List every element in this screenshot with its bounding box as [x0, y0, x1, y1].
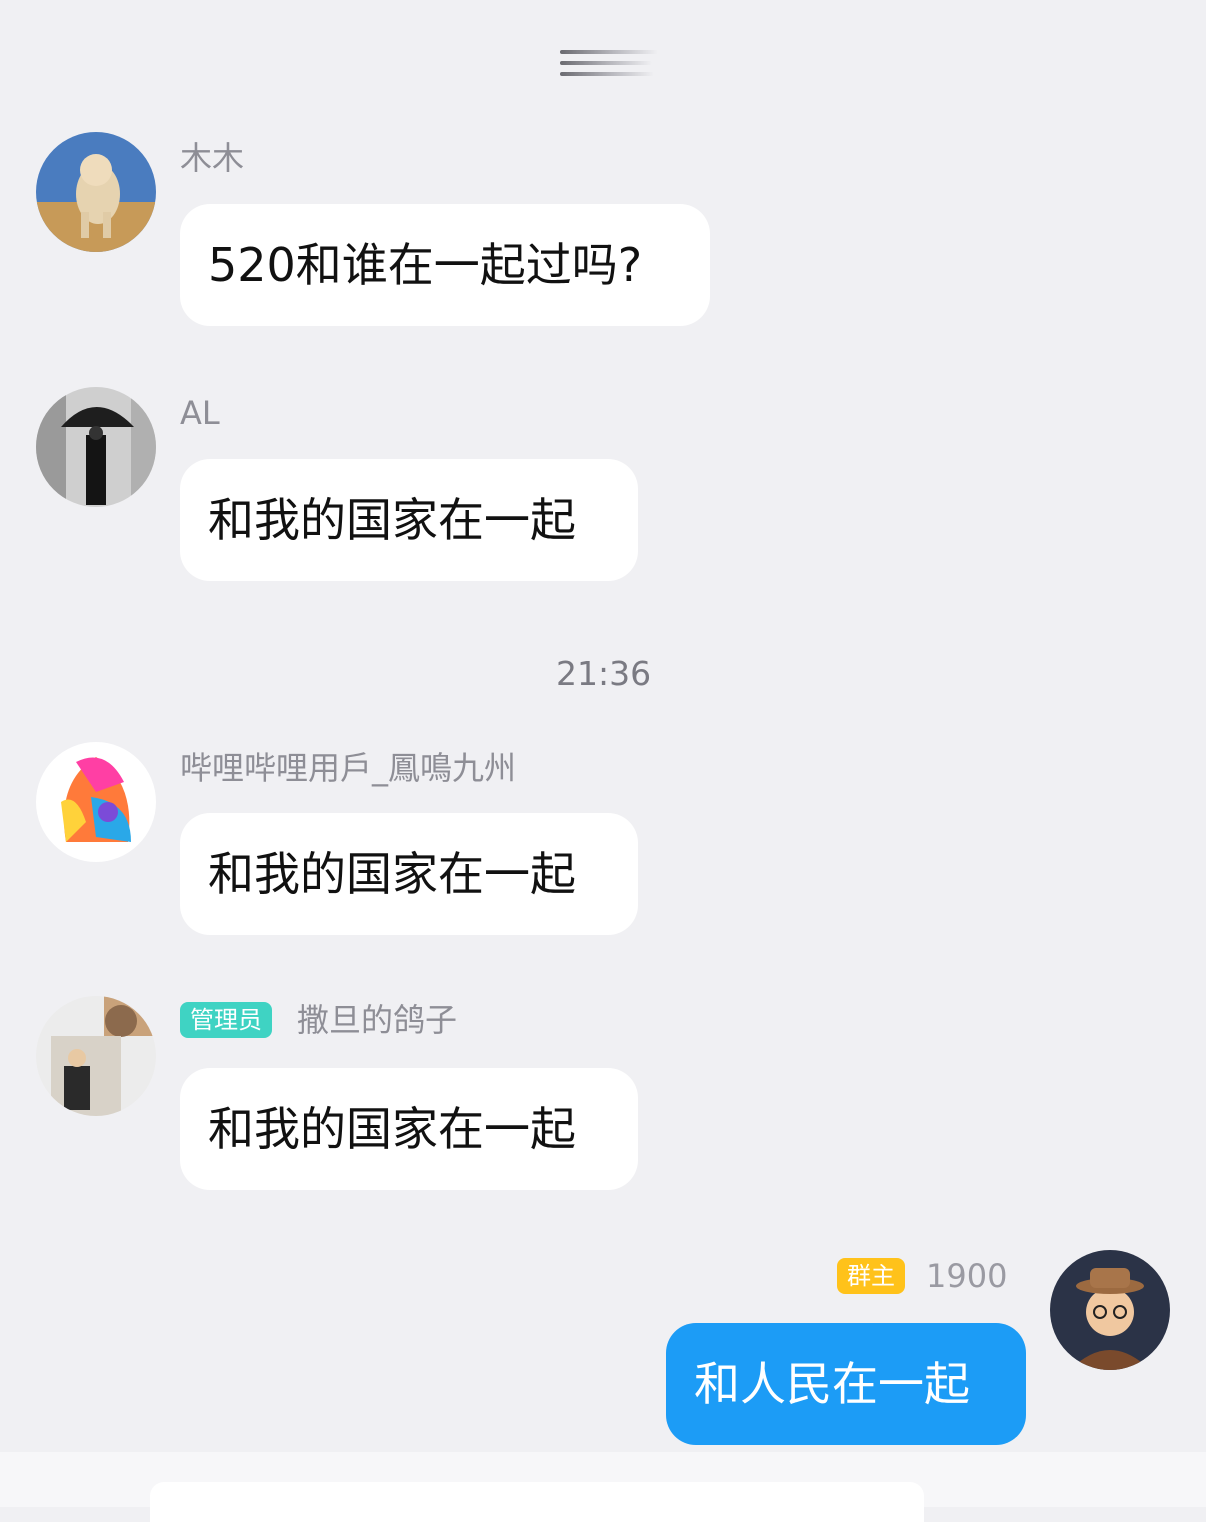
message-bubble[interactable]: 520和谁在一起过吗?	[180, 204, 710, 326]
message-bubble[interactable]: 和我的国家在一起	[180, 1068, 638, 1190]
sender-name: 哔哩哔哩用戶_鳳鳴九州	[180, 749, 517, 787]
message-bubble[interactable]: 和我的国家在一起	[180, 813, 638, 935]
illustration-avatar-icon	[36, 996, 156, 1116]
umbrella-man-avatar-icon	[36, 387, 156, 507]
message-bubble[interactable]: 和我的国家在一起	[180, 459, 638, 581]
sender-name: AL	[180, 394, 220, 432]
owner-badge: 群主	[837, 1258, 905, 1294]
timestamp: 21:36	[556, 654, 652, 693]
avatar[interactable]	[36, 387, 156, 507]
avatar[interactable]	[36, 742, 156, 862]
avatar[interactable]	[36, 132, 156, 252]
avatar[interactable]	[1050, 1250, 1170, 1370]
lion-cub-avatar-icon	[36, 132, 156, 252]
sender-name: 撒旦的鸽子	[297, 1001, 458, 1039]
my-message-bubble[interactable]: 和人民在一起	[666, 1323, 1026, 1445]
admin-badge: 管理员	[180, 1002, 272, 1038]
sender-name: 木木	[180, 139, 245, 177]
composer-area	[0, 1452, 1206, 1522]
message-input[interactable]	[150, 1482, 924, 1522]
colorful-paint-avatar-icon	[36, 742, 156, 862]
hat-boy-avatar-icon	[1050, 1250, 1170, 1370]
drag-handle-icon[interactable]	[560, 50, 658, 78]
avatar[interactable]	[36, 996, 156, 1116]
sender-name: 1900	[926, 1257, 1008, 1295]
